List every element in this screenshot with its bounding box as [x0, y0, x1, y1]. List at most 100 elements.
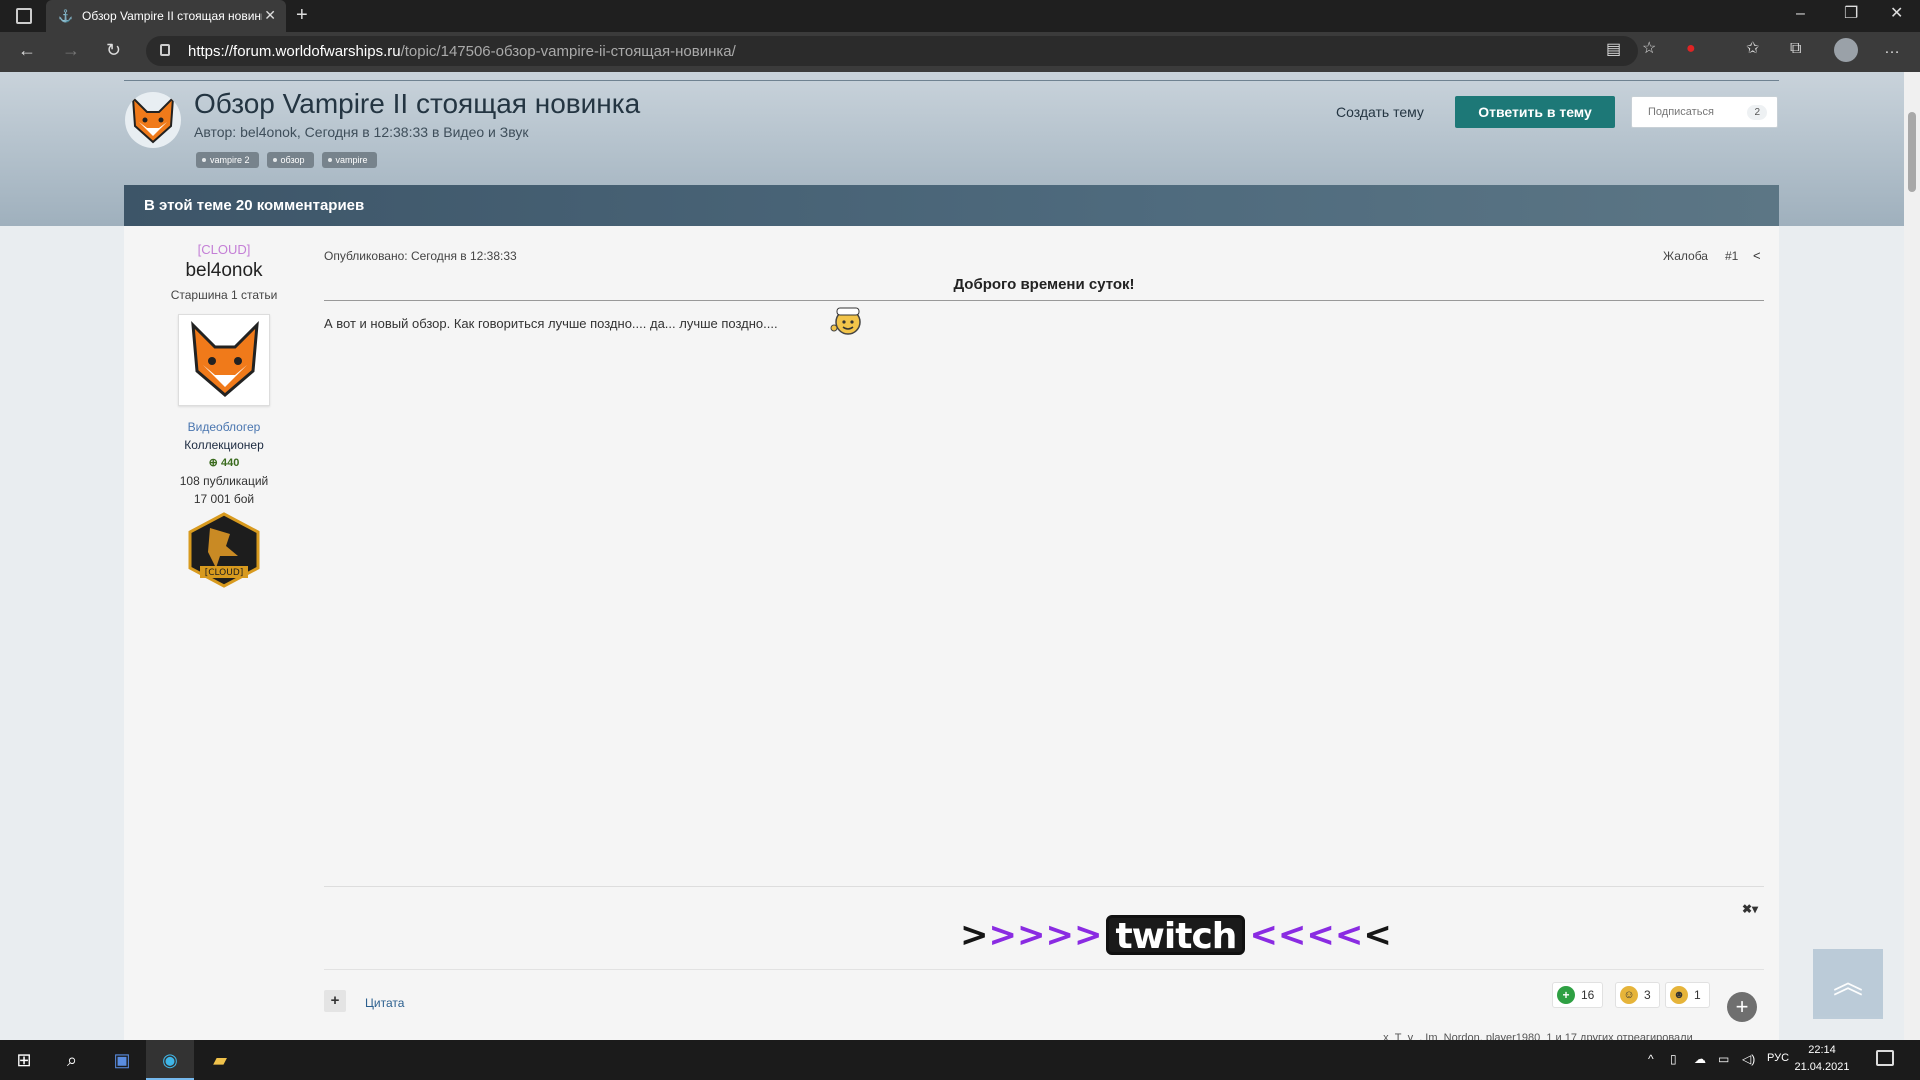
author-battles-count: 17 001 бой	[193, 492, 255, 506]
anchor-favicon-icon: ⚓	[58, 9, 73, 23]
reaction-count: 3	[1644, 988, 1651, 1002]
file-explorer-icon[interactable]: ▰	[196, 1040, 244, 1080]
page-scrollbar[interactable]	[1904, 72, 1920, 1040]
tray-overflow-icon[interactable]: ^	[1648, 1052, 1654, 1066]
reacted-users-text[interactable]: _х_T_у_, Im_Nordon, player1980_1 и 17 др…	[1377, 1032, 1693, 1040]
post-number[interactable]: #1	[1725, 249, 1738, 263]
tag-item[interactable]: vampire	[321, 152, 377, 168]
post-footer-divider	[324, 969, 1764, 970]
windows-start-icon[interactable]: ⊞	[0, 1040, 48, 1080]
fox-logo-icon	[131, 95, 175, 144]
favorites-icon[interactable]: ✩	[1746, 41, 1759, 57]
back-icon[interactable]: ←	[18, 41, 36, 59]
twitch-signature-banner[interactable]: > >>>> twitch <<<< <	[960, 908, 1392, 962]
clan-badge[interactable]: [CLOUD]	[186, 512, 262, 588]
new-tab-button[interactable]: +	[296, 5, 308, 25]
avatar[interactable]	[178, 314, 270, 406]
clock-date[interactable]: 21.04.2021	[1792, 1061, 1852, 1073]
menu-icon[interactable]: …	[1884, 41, 1900, 57]
author-name[interactable]: bel4onok	[124, 260, 324, 282]
fox-avatar-icon	[191, 321, 259, 397]
volume-icon[interactable]: ◁)	[1742, 1052, 1755, 1066]
reputation-badge: ⊕ 440	[124, 456, 324, 469]
tab-close-icon[interactable]: ✕	[264, 7, 276, 24]
tag-item[interactable]: обзор	[266, 152, 314, 168]
reaction-sailor[interactable]: ☺ 3	[1615, 982, 1660, 1008]
author-rank: Старшина 1 статьи	[170, 288, 278, 302]
heading-divider	[324, 300, 1764, 301]
reaction-count: 16	[1581, 988, 1595, 1002]
extension-icon[interactable]: ●	[1686, 41, 1696, 57]
post-date[interactable]: Опубликовано: Сегодня в 12:38:33	[324, 249, 517, 263]
clan-badge-text: [CLOUD]	[205, 568, 244, 578]
share-icon[interactable]: <	[1753, 248, 1761, 263]
reader-icon[interactable]: ▤	[1606, 42, 1621, 58]
right-arrows-purple: <<<<	[1249, 915, 1364, 955]
left-arrows-purple: >>>>	[988, 915, 1103, 955]
notifications-icon[interactable]	[1876, 1050, 1894, 1066]
collections-icon[interactable]: ⧉	[1790, 41, 1801, 57]
post-body-text: А вот и новый обзор. Как говориться лучш…	[324, 316, 778, 331]
reaction-plus[interactable]: + 16	[1552, 982, 1604, 1008]
post-heading: Доброго времени суток!	[953, 276, 1135, 293]
tag-item[interactable]: vampire 2	[196, 152, 259, 168]
signature-toggle-icon[interactable]: ✖▾	[1742, 902, 1758, 916]
page-viewport: Обзор Vampire II стоящая новинка Автор: …	[0, 72, 1904, 1040]
window-close-icon[interactable]: ✕	[1890, 6, 1903, 22]
scrollbar-thumb[interactable]	[1908, 112, 1916, 192]
header-divider	[124, 80, 1779, 81]
input-language[interactable]: РУС	[1767, 1052, 1789, 1064]
tab-actions-icon[interactable]	[16, 8, 32, 24]
back-to-top-button[interactable]: ︽	[1813, 949, 1883, 1019]
follow-count-badge: 2	[1747, 105, 1767, 120]
window-maximize-icon[interactable]: ❐	[1844, 6, 1858, 22]
lock-icon[interactable]	[160, 44, 170, 56]
clock-time[interactable]: 22:14	[1792, 1044, 1852, 1056]
url-text[interactable]: https://forum.worldofwarships.ru/topic/1…	[188, 43, 736, 60]
forward-icon[interactable]: →	[62, 41, 80, 59]
tray-device-icon[interactable]: ▯	[1670, 1052, 1677, 1066]
sailor-emoji-icon	[828, 302, 868, 338]
post-container: [CLOUD] bel4onok Старшина 1 статьи Видео…	[124, 226, 1779, 1040]
add-reaction-button[interactable]: +	[1727, 992, 1757, 1022]
search-icon[interactable]: ⌕	[48, 1040, 96, 1080]
add-favorite-icon[interactable]: ☆	[1642, 41, 1656, 57]
multiquote-button[interactable]: +	[324, 990, 346, 1012]
window-minimize-icon[interactable]: –	[1796, 6, 1805, 22]
network-icon[interactable]: ▭	[1718, 1052, 1729, 1066]
twitch-logo: twitch	[1106, 915, 1246, 956]
author-group: Коллекционер	[184, 438, 264, 452]
reaction-count: 1	[1694, 988, 1701, 1002]
clan-emblem-icon: [CLOUD]	[188, 512, 260, 588]
plus-reaction-icon: +	[1557, 986, 1575, 1004]
address-bar[interactable]: https://forum.worldofwarships.ru/topic/1…	[146, 36, 1638, 66]
comments-count-bar: В этой теме 20 комментариев	[124, 185, 1779, 226]
profile-icon[interactable]	[1834, 38, 1858, 62]
url-path: /topic/147506-обзор-vampire-ii-стоящая-н…	[400, 43, 736, 60]
reply-button[interactable]: Ответить в тему	[1455, 96, 1615, 128]
topic-author-avatar[interactable]	[125, 92, 181, 148]
author-role: Видеоблогер	[187, 420, 261, 434]
browser-tab-active[interactable]: ⚓ Обзор Vampire II стоящая новинка ✕	[46, 0, 286, 32]
reputation-value: 440	[220, 457, 240, 469]
report-link[interactable]: Жалоба	[1663, 249, 1708, 263]
reputation-plus-icon: ⊕	[208, 457, 221, 469]
follow-label: Подписаться	[1648, 106, 1714, 118]
create-topic-link[interactable]: Создать тему	[1336, 104, 1424, 120]
floppy-app-icon[interactable]: ▣	[98, 1040, 146, 1080]
topic-meta: Автор: bel4onok, Сегодня в 12:38:33 в Ви…	[194, 124, 529, 140]
onedrive-cloud-icon[interactable]: ☁	[1694, 1052, 1706, 1066]
os-taskbar: ⊞ ⌕ ▣ ◉ ▰ ^ ▯ ☁ ▭ ◁) РУС 22:14 21.04.202…	[0, 1040, 1920, 1080]
edge-browser-icon[interactable]: ◉	[146, 1040, 194, 1080]
reload-icon[interactable]: ↻	[106, 41, 121, 59]
reaction-sunglasses[interactable]: ☻ 1	[1665, 982, 1710, 1008]
tag-list: vampire 2 обзор vampire	[196, 152, 377, 168]
quote-link[interactable]: Цитата	[365, 996, 404, 1010]
follow-button[interactable]: Подписаться 2	[1631, 96, 1778, 128]
right-arrow-dark: <	[1363, 915, 1392, 955]
author-clan-tag[interactable]: [CLOUD]	[124, 242, 324, 257]
url-host: https://forum.worldofwarships.ru	[188, 43, 401, 60]
tab-title: Обзор Vampire II стоящая новинка	[82, 9, 262, 23]
page-title: Обзор Vampire II стоящая новинка	[194, 88, 641, 119]
author-panel: [CLOUD] bel4onok Старшина 1 статьи Видео…	[124, 226, 324, 1040]
